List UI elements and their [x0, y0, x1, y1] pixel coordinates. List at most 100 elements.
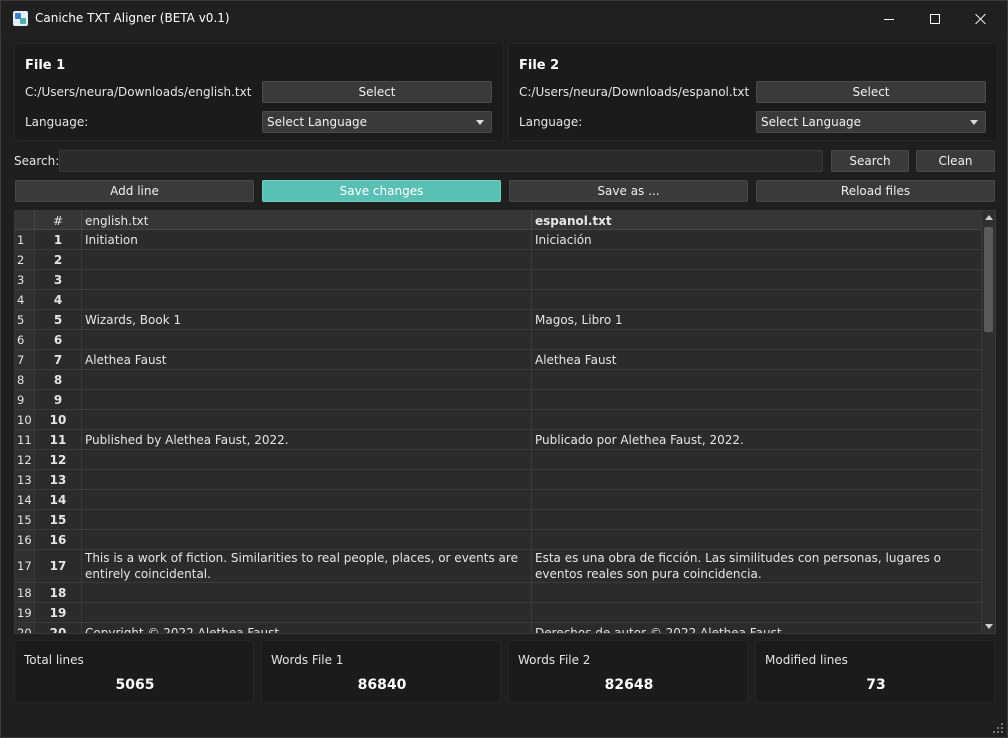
- table-row[interactable]: 18 18: [15, 583, 982, 603]
- line-number-cell[interactable]: 15: [35, 510, 82, 529]
- table-row[interactable]: 20 20 Copyright © 2022 Alethea Faust Derech…: [15, 623, 982, 634]
- file1-text-cell[interactable]: Wizards, Book 1: [82, 310, 532, 329]
- save-as-button[interactable]: Save as ...: [509, 180, 748, 202]
- table-row[interactable]: 5 5 Wizards, Book 1 Magos, Libro 1: [15, 310, 982, 330]
- file1-text-cell[interactable]: [82, 603, 532, 622]
- file1-text-cell[interactable]: Copyright © 2022 Alethea Faust: [82, 623, 532, 633]
- file2-text-cell[interactable]: [532, 290, 982, 309]
- table-row[interactable]: 19 19: [15, 603, 982, 623]
- file2-text-cell[interactable]: [532, 490, 982, 509]
- file2-text-cell[interactable]: [532, 510, 982, 529]
- row-header[interactable]: 19: [15, 603, 35, 622]
- row-header[interactable]: 15: [15, 510, 35, 529]
- table-row[interactable]: 16 16: [15, 530, 982, 550]
- line-number-cell[interactable]: 10: [35, 410, 82, 429]
- file1-text-cell[interactable]: [82, 370, 532, 389]
- table-row[interactable]: 12 12: [15, 450, 982, 470]
- row-header[interactable]: 17: [15, 550, 35, 582]
- reload-files-button[interactable]: Reload files: [756, 180, 995, 202]
- file1-select-button[interactable]: Select: [262, 81, 492, 103]
- row-header[interactable]: 20: [15, 623, 35, 633]
- clean-button[interactable]: Clean: [916, 150, 995, 172]
- line-number-cell[interactable]: 11: [35, 430, 82, 449]
- row-header[interactable]: 6: [15, 330, 35, 349]
- line-number-cell[interactable]: 16: [35, 530, 82, 549]
- file1-text-cell[interactable]: [82, 530, 532, 549]
- table-row[interactable]: 88: [15, 370, 982, 390]
- file1-language-dropdown[interactable]: Select Language: [262, 111, 492, 133]
- file1-text-cell[interactable]: [82, 510, 532, 529]
- row-header[interactable]: 18: [15, 583, 35, 602]
- file2-text-cell[interactable]: [532, 330, 982, 349]
- file1-text-cell[interactable]: [82, 390, 532, 409]
- file1-text-cell[interactable]: This is a work of fiction. Similarities …: [82, 550, 532, 582]
- file2-text-cell[interactable]: [532, 583, 982, 602]
- minimize-button[interactable]: [866, 1, 912, 37]
- file1-text-cell[interactable]: [82, 250, 532, 269]
- file2-text-cell[interactable]: Publicado por Alethea Faust, 2022.: [532, 430, 982, 449]
- line-number-cell[interactable]: 3: [35, 270, 82, 289]
- column-header-file1[interactable]: english.txt: [82, 211, 532, 230]
- file1-text-cell[interactable]: Initiation: [82, 230, 532, 249]
- close-button[interactable]: [958, 1, 1004, 37]
- file2-text-cell[interactable]: [532, 390, 982, 409]
- row-header[interactable]: 9: [15, 390, 35, 409]
- row-header[interactable]: 7: [15, 350, 35, 369]
- file1-text-cell[interactable]: Published by Alethea Faust, 2022.: [82, 430, 532, 449]
- file2-text-cell[interactable]: Esta es una obra de ficción. Las similit…: [532, 550, 982, 582]
- row-header[interactable]: 4: [15, 290, 35, 309]
- file1-text-cell[interactable]: [82, 583, 532, 602]
- scroll-up-icon[interactable]: [985, 215, 993, 220]
- file2-text-cell[interactable]: Magos, Libro 1: [532, 310, 982, 329]
- line-number-cell[interactable]: 4: [35, 290, 82, 309]
- table-row[interactable]: 13 13: [15, 470, 982, 490]
- line-number-cell[interactable]: 20: [35, 623, 82, 633]
- column-header-num[interactable]: #: [35, 211, 82, 230]
- file1-text-cell[interactable]: [82, 270, 532, 289]
- row-header[interactable]: 8: [15, 370, 35, 389]
- file2-text-cell[interactable]: [532, 603, 982, 622]
- file2-text-cell[interactable]: [532, 470, 982, 489]
- table-row[interactable]: 66: [15, 330, 982, 350]
- file1-text-cell[interactable]: [82, 410, 532, 429]
- file2-text-cell[interactable]: [532, 450, 982, 469]
- line-number-cell[interactable]: 1: [35, 230, 82, 249]
- file1-text-cell[interactable]: [82, 450, 532, 469]
- scrollbar-thumb[interactable]: [984, 227, 993, 332]
- table-row[interactable]: 17 17 This is a work of fiction. Similarit…: [15, 550, 982, 583]
- table-row[interactable]: 33: [15, 270, 982, 290]
- file2-text-cell[interactable]: Derechos de autor © 2022 Alethea Faust: [532, 623, 982, 634]
- line-number-cell[interactable]: 19: [35, 603, 82, 622]
- file2-text-cell[interactable]: Iniciación: [532, 230, 982, 249]
- search-button[interactable]: Search: [831, 150, 909, 172]
- file1-text-cell[interactable]: [82, 490, 532, 509]
- maximize-button[interactable]: [912, 1, 958, 37]
- row-header[interactable]: 16: [15, 530, 35, 549]
- row-header[interactable]: 5: [15, 310, 35, 329]
- line-number-cell[interactable]: 2: [35, 250, 82, 269]
- line-number-cell[interactable]: 7: [35, 350, 82, 369]
- table-row[interactable]: 99: [15, 390, 982, 410]
- row-header[interactable]: 11: [15, 430, 35, 449]
- line-number-cell[interactable]: 17: [35, 550, 82, 582]
- file2-text-cell[interactable]: [532, 530, 982, 549]
- file1-text-cell[interactable]: Alethea Faust: [82, 350, 532, 369]
- row-header[interactable]: 12: [15, 450, 35, 469]
- table-row[interactable]: 1 1 Initiation Iniciación: [15, 230, 982, 250]
- scroll-down-icon[interactable]: [985, 624, 993, 629]
- alignment-table[interactable]: # english.txt espanol.txt 1 1 Initiation In…: [14, 210, 996, 634]
- file2-text-cell[interactable]: [532, 250, 982, 269]
- table-row[interactable]: 10 10: [15, 410, 982, 430]
- save-changes-button[interactable]: Save changes: [262, 180, 501, 202]
- row-header[interactable]: 3: [15, 270, 35, 289]
- file2-text-cell[interactable]: Alethea Faust: [532, 350, 982, 369]
- line-number-cell[interactable]: 5: [35, 310, 82, 329]
- table-row[interactable]: 11 11 Published by Alethea Faust, 2022. Pub…: [15, 430, 982, 450]
- file2-language-dropdown[interactable]: Select Language: [756, 111, 986, 133]
- line-number-cell[interactable]: 6: [35, 330, 82, 349]
- line-number-cell[interactable]: 8: [35, 370, 82, 389]
- line-number-cell[interactable]: 9: [35, 390, 82, 409]
- line-number-cell[interactable]: 18: [35, 583, 82, 602]
- title-bar[interactable]: Caniche TXT Aligner (BETA v0.1): [1, 1, 1007, 37]
- file2-text-cell[interactable]: [532, 410, 982, 429]
